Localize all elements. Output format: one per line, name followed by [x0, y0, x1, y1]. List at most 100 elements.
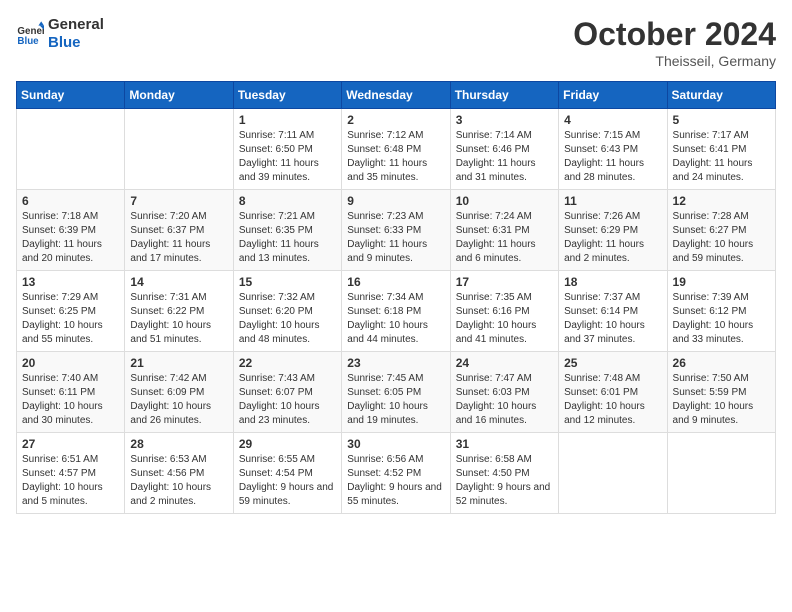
cell-sun-info: Sunrise: 7:35 AM Sunset: 6:16 PM Dayligh…: [456, 291, 553, 347]
cell-day-number: 25: [564, 356, 661, 370]
cell-day-number: 11: [564, 194, 661, 208]
cell-sun-info: Sunrise: 7:23 AM Sunset: 6:33 PM Dayligh…: [347, 210, 444, 266]
cell-day-number: 19: [673, 275, 770, 289]
weekday-header-wednesday: Wednesday: [342, 82, 450, 109]
cell-sun-info: Sunrise: 7:28 AM Sunset: 6:27 PM Dayligh…: [673, 210, 770, 266]
cell-day-number: 15: [239, 275, 336, 289]
calendar-cell: 19 Sunrise: 7:39 AM Sunset: 6:12 PM Dayli…: [667, 271, 775, 352]
cell-day-number: 22: [239, 356, 336, 370]
cell-sun-info: Sunrise: 7:50 AM Sunset: 5:59 PM Dayligh…: [673, 372, 770, 428]
cell-sun-info: Sunrise: 6:58 AM Sunset: 4:50 PM Dayligh…: [456, 453, 553, 509]
cell-sun-info: Sunrise: 7:21 AM Sunset: 6:35 PM Dayligh…: [239, 210, 336, 266]
calendar-cell: 31 Sunrise: 6:58 AM Sunset: 4:50 PM Dayli…: [450, 433, 558, 514]
weekday-header-sunday: Sunday: [17, 82, 125, 109]
month-title: October 2024: [573, 16, 776, 53]
calendar-cell: 2 Sunrise: 7:12 AM Sunset: 6:48 PM Daylig…: [342, 109, 450, 190]
weekday-header-friday: Friday: [559, 82, 667, 109]
calendar-cell: 5 Sunrise: 7:17 AM Sunset: 6:41 PM Daylig…: [667, 109, 775, 190]
cell-day-number: 28: [130, 437, 227, 451]
cell-day-number: 12: [673, 194, 770, 208]
cell-day-number: 10: [456, 194, 553, 208]
cell-sun-info: Sunrise: 7:48 AM Sunset: 6:01 PM Dayligh…: [564, 372, 661, 428]
calendar-cell: 3 Sunrise: 7:14 AM Sunset: 6:46 PM Daylig…: [450, 109, 558, 190]
calendar-cell: 7 Sunrise: 7:20 AM Sunset: 6:37 PM Daylig…: [125, 190, 233, 271]
logo-line1: General: [48, 16, 104, 34]
cell-day-number: 24: [456, 356, 553, 370]
cell-sun-info: Sunrise: 7:29 AM Sunset: 6:25 PM Dayligh…: [22, 291, 119, 347]
cell-day-number: 4: [564, 113, 661, 127]
logo-text: General Blue: [48, 16, 104, 52]
cell-sun-info: Sunrise: 7:34 AM Sunset: 6:18 PM Dayligh…: [347, 291, 444, 347]
cell-sun-info: Sunrise: 7:15 AM Sunset: 6:43 PM Dayligh…: [564, 129, 661, 185]
cell-sun-info: Sunrise: 6:51 AM Sunset: 4:57 PM Dayligh…: [22, 453, 119, 509]
calendar-cell: 8 Sunrise: 7:21 AM Sunset: 6:35 PM Daylig…: [233, 190, 341, 271]
cell-day-number: 9: [347, 194, 444, 208]
calendar-cell: 22 Sunrise: 7:43 AM Sunset: 6:07 PM Dayli…: [233, 352, 341, 433]
cell-sun-info: Sunrise: 6:53 AM Sunset: 4:56 PM Dayligh…: [130, 453, 227, 509]
cell-sun-info: Sunrise: 6:55 AM Sunset: 4:54 PM Dayligh…: [239, 453, 336, 509]
calendar-cell: 25 Sunrise: 7:48 AM Sunset: 6:01 PM Dayli…: [559, 352, 667, 433]
cell-sun-info: Sunrise: 7:42 AM Sunset: 6:09 PM Dayligh…: [130, 372, 227, 428]
calendar-cell: 4 Sunrise: 7:15 AM Sunset: 6:43 PM Daylig…: [559, 109, 667, 190]
week-row-4: 20 Sunrise: 7:40 AM Sunset: 6:11 PM Dayli…: [17, 352, 776, 433]
cell-sun-info: Sunrise: 7:14 AM Sunset: 6:46 PM Dayligh…: [456, 129, 553, 185]
cell-sun-info: Sunrise: 7:45 AM Sunset: 6:05 PM Dayligh…: [347, 372, 444, 428]
calendar-cell: 9 Sunrise: 7:23 AM Sunset: 6:33 PM Daylig…: [342, 190, 450, 271]
calendar-cell: 18 Sunrise: 7:37 AM Sunset: 6:14 PM Dayli…: [559, 271, 667, 352]
cell-sun-info: Sunrise: 7:40 AM Sunset: 6:11 PM Dayligh…: [22, 372, 119, 428]
cell-day-number: 20: [22, 356, 119, 370]
cell-day-number: 18: [564, 275, 661, 289]
calendar-cell: 16 Sunrise: 7:34 AM Sunset: 6:18 PM Dayli…: [342, 271, 450, 352]
cell-day-number: 8: [239, 194, 336, 208]
cell-day-number: 30: [347, 437, 444, 451]
calendar-cell: 21 Sunrise: 7:42 AM Sunset: 6:09 PM Dayli…: [125, 352, 233, 433]
cell-day-number: 5: [673, 113, 770, 127]
cell-sun-info: Sunrise: 7:43 AM Sunset: 6:07 PM Dayligh…: [239, 372, 336, 428]
title-section: October 2024 Theisseil, Germany: [573, 16, 776, 69]
cell-day-number: 17: [456, 275, 553, 289]
cell-sun-info: Sunrise: 7:26 AM Sunset: 6:29 PM Dayligh…: [564, 210, 661, 266]
weekday-header-thursday: Thursday: [450, 82, 558, 109]
week-row-5: 27Sunrise: 6:51 AM Sunset: 4:57 PM Dayli…: [17, 433, 776, 514]
header: General Blue General Blue October 2024 T…: [16, 16, 776, 69]
cell-sun-info: Sunrise: 7:37 AM Sunset: 6:14 PM Dayligh…: [564, 291, 661, 347]
week-row-2: 6 Sunrise: 7:18 AM Sunset: 6:39 PM Daylig…: [17, 190, 776, 271]
weekday-header-saturday: Saturday: [667, 82, 775, 109]
cell-day-number: 23: [347, 356, 444, 370]
calendar-cell: 23 Sunrise: 7:45 AM Sunset: 6:05 PM Dayli…: [342, 352, 450, 433]
cell-day-number: 6: [22, 194, 119, 208]
calendar-cell: 1 Sunrise: 7:11 AM Sunset: 6:50 PM Daylig…: [233, 109, 341, 190]
cell-day-number: 7: [130, 194, 227, 208]
logo: General Blue General Blue: [16, 16, 104, 52]
calendar-cell: 30 Sunrise: 6:56 AM Sunset: 4:52 PM Dayli…: [342, 433, 450, 514]
cell-sun-info: Sunrise: 7:32 AM Sunset: 6:20 PM Dayligh…: [239, 291, 336, 347]
calendar-cell: 14 Sunrise: 7:31 AM Sunset: 6:22 PM Dayli…: [125, 271, 233, 352]
cell-sun-info: Sunrise: 7:12 AM Sunset: 6:48 PM Dayligh…: [347, 129, 444, 185]
calendar-cell: 26Sunrise: 7:50 AM Sunset: 5:59 PM Dayli…: [667, 352, 775, 433]
cell-sun-info: Sunrise: 7:39 AM Sunset: 6:12 PM Dayligh…: [673, 291, 770, 347]
logo-line2: Blue: [48, 34, 104, 52]
calendar-cell: 29Sunrise: 6:55 AM Sunset: 4:54 PM Dayli…: [233, 433, 341, 514]
cell-sun-info: Sunrise: 7:47 AM Sunset: 6:03 PM Dayligh…: [456, 372, 553, 428]
cell-day-number: 21: [130, 356, 227, 370]
cell-sun-info: Sunrise: 7:20 AM Sunset: 6:37 PM Dayligh…: [130, 210, 227, 266]
cell-sun-info: Sunrise: 6:56 AM Sunset: 4:52 PM Dayligh…: [347, 453, 444, 509]
cell-day-number: 3: [456, 113, 553, 127]
calendar-cell: 28 Sunrise: 6:53 AM Sunset: 4:56 PM Dayli…: [125, 433, 233, 514]
calendar-cell: [667, 433, 775, 514]
calendar: SundayMondayTuesdayWednesdayThursdayFrid…: [16, 81, 776, 514]
cell-sun-info: Sunrise: 7:11 AM Sunset: 6:50 PM Dayligh…: [239, 129, 336, 185]
calendar-cell: 6 Sunrise: 7:18 AM Sunset: 6:39 PM Daylig…: [17, 190, 125, 271]
cell-sun-info: Sunrise: 7:18 AM Sunset: 6:39 PM Dayligh…: [22, 210, 119, 266]
cell-day-number: 16: [347, 275, 444, 289]
cell-day-number: 31: [456, 437, 553, 451]
calendar-cell: 15 Sunrise: 7:32 AM Sunset: 6:20 PM Dayli…: [233, 271, 341, 352]
calendar-cell: 10Sunrise: 7:24 AM Sunset: 6:31 PM Dayli…: [450, 190, 558, 271]
calendar-cell: [559, 433, 667, 514]
cell-day-number: 14: [130, 275, 227, 289]
cell-day-number: 2: [347, 113, 444, 127]
cell-sun-info: Sunrise: 7:31 AM Sunset: 6:22 PM Dayligh…: [130, 291, 227, 347]
cell-day-number: 1: [239, 113, 336, 127]
cell-sun-info: Sunrise: 7:17 AM Sunset: 6:41 PM Dayligh…: [673, 129, 770, 185]
cell-day-number: 13: [22, 275, 119, 289]
